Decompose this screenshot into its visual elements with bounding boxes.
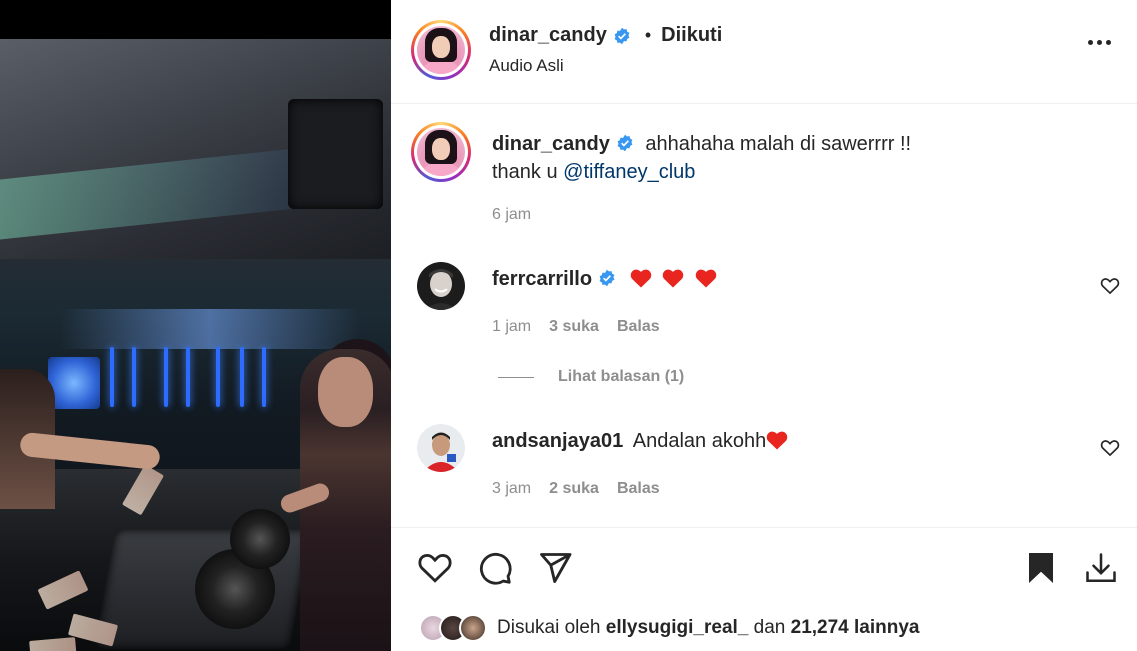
video-speaker — [288, 99, 383, 209]
liker-username[interactable]: ellysugigi_real_ — [606, 617, 749, 639]
likes-count[interactable]: 21,274 lainnya — [791, 617, 920, 639]
caption-avatar[interactable] — [411, 122, 471, 182]
comment-body: Andalan akohh — [632, 430, 767, 452]
post-header: dinar_candy • Diikuti Audio Asli — [391, 0, 1137, 104]
comment-like-count[interactable]: 2 suka — [549, 480, 599, 498]
red-heart-emoji-icon — [630, 269, 651, 288]
verified-badge-icon — [614, 27, 630, 44]
video-neon-light — [216, 347, 220, 407]
view-replies-button[interactable]: Lihat balasan (1) — [498, 368, 684, 386]
download-icon[interactable] — [1083, 550, 1119, 586]
post-details-panel: dinar_candy • Diikuti Audio Asli dinar_c… — [391, 0, 1137, 651]
header-user-row: dinar_candy • Diikuti — [489, 24, 722, 47]
post-media[interactable] — [0, 0, 391, 651]
caption-line2-prefix: thank u — [492, 161, 564, 183]
reply-button[interactable]: Balas — [617, 318, 660, 336]
video-neon-light — [240, 347, 244, 407]
comment-text: ferrcarrillo — [492, 265, 717, 293]
comment-time[interactable]: 1 jam — [492, 318, 531, 336]
author-username[interactable]: dinar_candy — [489, 24, 607, 47]
likes-prefix: Disukai oleh — [497, 617, 601, 638]
comment-like-count[interactable]: 3 suka — [549, 318, 599, 336]
commenter-avatar[interactable] — [417, 262, 465, 310]
comment-text: andsanjaya01 Andalan akohh — [492, 427, 788, 455]
liker-avatars[interactable] — [419, 614, 487, 642]
video-neon-light — [132, 347, 136, 407]
commenter-avatar[interactable] — [417, 424, 465, 472]
likes-summary: Disukai oleh ellysugigi_real_ dan 21,274… — [419, 614, 920, 642]
video-turntable — [230, 509, 290, 569]
commenter-username[interactable]: andsanjaya01 — [492, 430, 623, 452]
bookmark-icon[interactable] — [1023, 550, 1059, 586]
follow-status-button[interactable]: Diikuti — [661, 24, 722, 47]
verified-badge-icon — [599, 269, 615, 287]
post-actions-bar: Disukai oleh ellysugigi_real_ dan 21,274… — [391, 527, 1137, 651]
video-neon-light — [110, 347, 114, 407]
mention-link[interactable]: @tiffaney_club — [563, 161, 695, 183]
comment-meta: 3 jam 2 suka Balas — [492, 480, 660, 498]
more-horizontal-icon[interactable] — [1088, 40, 1111, 45]
red-heart-emoji-icon — [695, 269, 716, 288]
reply-button[interactable]: Balas — [617, 480, 660, 498]
comment-like-heart-icon[interactable] — [1100, 276, 1120, 296]
comment-like-heart-icon[interactable] — [1100, 438, 1120, 458]
caption-text: dinar_candy ahhahaha malah di sawerrrr !… — [492, 130, 1092, 186]
audio-label[interactable]: Audio Asli — [489, 56, 564, 76]
video-light-beam — [60, 309, 360, 349]
caption-time[interactable]: 6 jam — [492, 206, 531, 224]
verified-badge-icon — [617, 134, 633, 152]
video-neon-light — [262, 347, 266, 407]
send-icon[interactable] — [537, 550, 573, 586]
comment-meta: 1 jam 3 suka Balas — [492, 318, 660, 336]
caption-username[interactable]: dinar_candy — [492, 133, 610, 155]
author-avatar[interactable] — [411, 20, 471, 80]
commenter-username[interactable]: ferrcarrillo — [492, 268, 592, 290]
video-face — [318, 357, 373, 427]
likes-joiner: dan — [753, 617, 786, 638]
replies-divider-line — [498, 376, 534, 378]
comment-icon[interactable] — [477, 550, 513, 586]
heart-icon[interactable] — [417, 550, 453, 586]
comment-time[interactable]: 3 jam — [492, 480, 531, 498]
video-neon-light — [164, 347, 168, 407]
view-replies-label: Lihat balasan (1) — [558, 368, 685, 385]
video-frame[interactable] — [0, 39, 391, 651]
video-wall-light — [48, 357, 100, 409]
red-heart-emoji-icon — [662, 269, 684, 288]
separator-dot: • — [644, 25, 652, 45]
red-heart-emoji-icon — [766, 431, 788, 450]
video-neon-light — [186, 347, 190, 407]
caption-line1: ahhahaha malah di sawerrrr !! — [645, 133, 912, 155]
